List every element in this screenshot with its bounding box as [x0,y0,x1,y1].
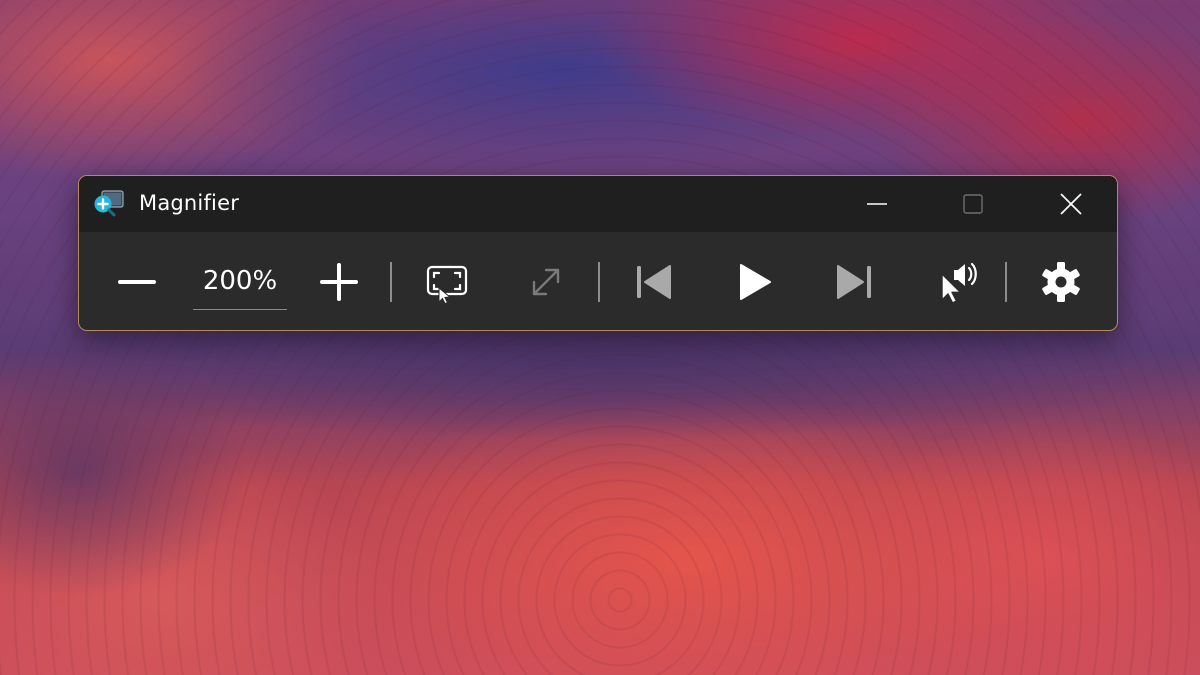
desktop-wallpaper [0,0,1200,675]
toolbar-separator [1005,262,1007,302]
maximize-icon [962,193,984,215]
magnifier-toolbar: 200% [79,232,1117,330]
skip-previous-icon [632,260,676,304]
full-screen-view-icon [423,258,471,306]
read-from-here-button[interactable] [928,254,984,310]
zoom-level-field[interactable]: 200% [193,254,287,310]
expand-button[interactable] [518,254,574,310]
toolbar-separator [598,262,600,302]
maximize-button[interactable] [943,176,1003,232]
zoom-in-button[interactable] [311,254,367,310]
play-icon [732,260,776,304]
view-mode-button[interactable] [419,254,475,310]
minus-icon [117,262,157,302]
minimize-icon [866,193,888,215]
previous-button[interactable] [626,254,682,310]
close-button[interactable] [1041,176,1101,232]
settings-button[interactable] [1033,254,1089,310]
zoom-out-button[interactable] [109,254,165,310]
zoom-level-value: 200% [202,266,278,296]
magnifier-app-icon [93,189,125,217]
plus-icon [319,262,359,302]
next-button[interactable] [826,254,882,310]
zoom-level-underline [193,309,287,310]
close-icon [1059,192,1083,216]
toolbar-separator [390,262,392,302]
skip-next-icon [832,260,876,304]
title-bar[interactable]: Magnifier [79,176,1117,232]
cursor-speaker-icon [932,258,980,306]
magnifier-window: Magnifier 200% [78,175,1118,331]
gear-icon [1039,260,1083,304]
window-title: Magnifier [139,191,240,215]
minimize-button[interactable] [847,176,907,232]
play-button[interactable] [726,254,782,310]
expand-arrows-icon [526,262,566,302]
